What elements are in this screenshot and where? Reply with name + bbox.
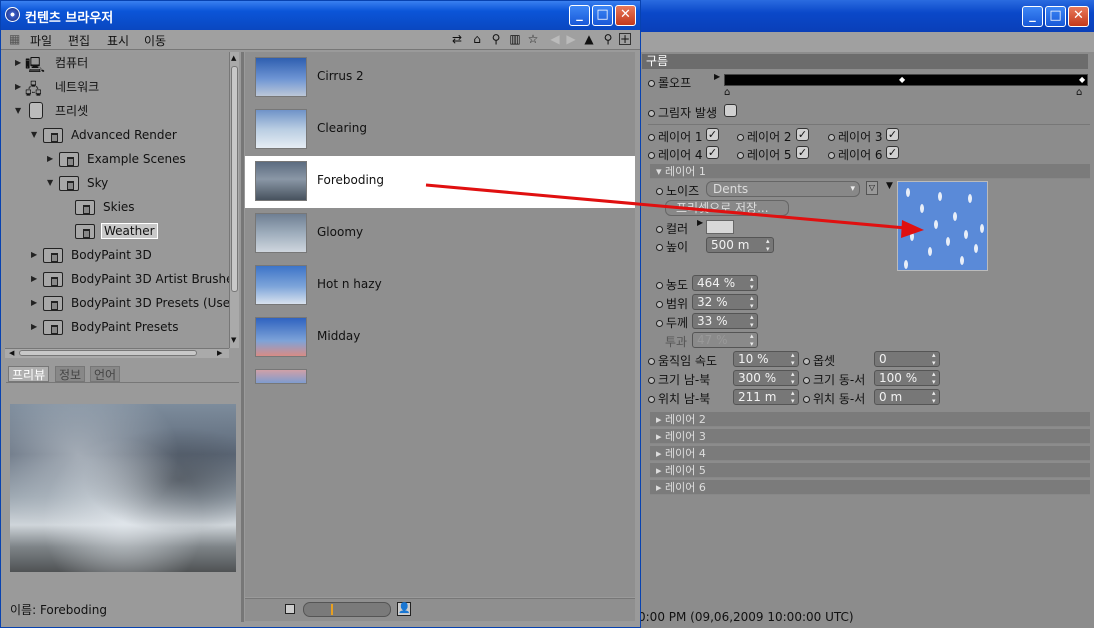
annotation-arrow-head — [901, 220, 924, 238]
annotation-arrow-line — [425, 183, 907, 230]
annotation-arrow — [425, 183, 924, 238]
